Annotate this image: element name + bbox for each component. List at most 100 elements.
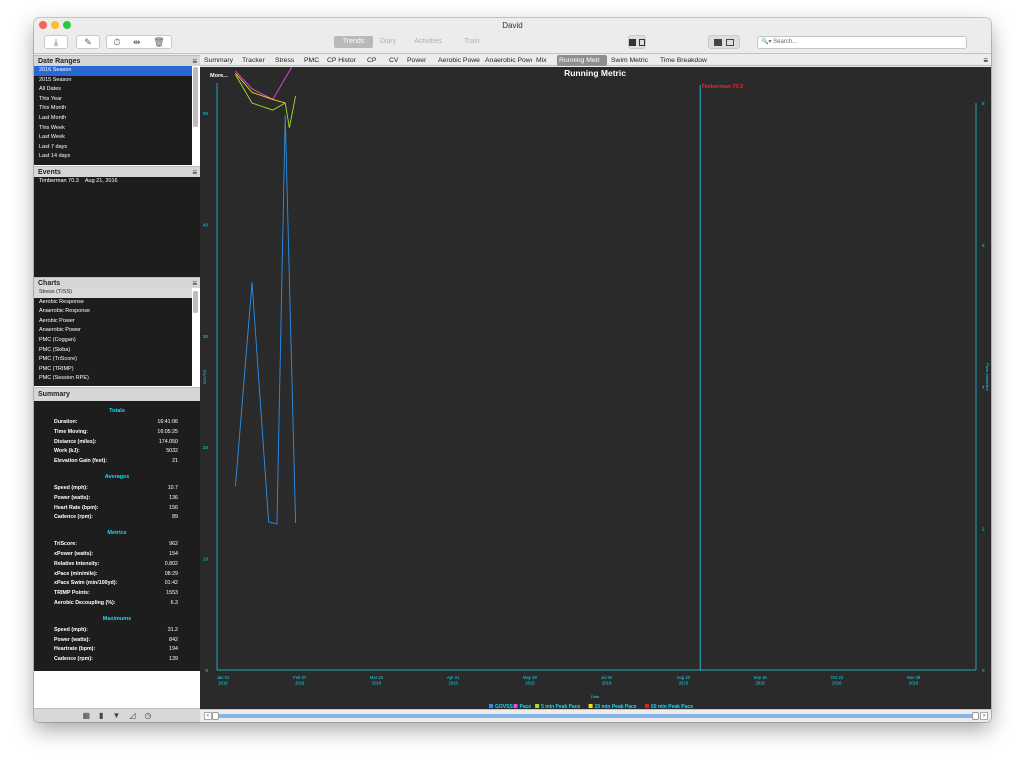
summary-value: 16:41:06 (157, 419, 178, 425)
date-range-item[interactable]: This Year (34, 95, 192, 105)
summary-row: Elevation Gain (feet): 21 (34, 457, 200, 467)
summary-row: Duration: 16:41:06 (34, 418, 200, 428)
series-line-5-min-peak-pace (235, 74, 297, 128)
date-ranges-menu-icon[interactable]: ≡ (192, 56, 197, 67)
trash-icon[interactable]: 🗑 (153, 37, 164, 48)
date-ranges-scrollbar[interactable] (193, 67, 198, 127)
summary-row: Speed (mph): 31.2 (34, 626, 200, 636)
scroll-right-button[interactable]: › (980, 712, 988, 720)
more-link[interactable]: More... (210, 73, 228, 79)
date-range-item[interactable]: Last Month (34, 114, 192, 124)
charts-menu-icon[interactable]: ≡ (192, 278, 197, 289)
summary-label: Cadence (rpm): (54, 514, 93, 521)
chart-list-item[interactable]: PMC (Coggan) (34, 336, 192, 346)
scroll-track[interactable] (214, 714, 976, 718)
scroll-end-handle[interactable] (972, 712, 979, 720)
bottom-bar-icon[interactable] (638, 38, 645, 46)
tab-anaerobic-powe[interactable]: Anaerobic Powe (483, 55, 532, 66)
tab-time-breakdow[interactable]: Time Breakdow (658, 55, 708, 66)
summary-row: Work (kJ): 5032 (34, 447, 200, 457)
charts-scrollbar[interactable] (193, 291, 198, 313)
date-range-item[interactable]: Last Week (34, 133, 192, 143)
date-range-item[interactable]: Last 7 days (34, 143, 192, 153)
tab-layout-icon[interactable] (714, 38, 722, 46)
summary-row: Cadence (rpm): 139 (34, 655, 200, 665)
minimize-window-button[interactable] (51, 21, 59, 29)
filter-icon[interactable]: ▼ (112, 711, 120, 720)
view-tab-trends[interactable]: Trends (334, 36, 373, 48)
chart-icon[interactable]: ◿ (129, 711, 135, 720)
summary-value: 6.3 (170, 599, 178, 606)
tab-mix[interactable]: Mix (534, 55, 555, 66)
summary-value: 89 (172, 514, 178, 521)
tab-tracker[interactable]: Tracker (240, 55, 271, 66)
chart-list-item[interactable]: PMC (TriScore) (34, 355, 192, 365)
view-tab-train[interactable]: Train (454, 36, 490, 48)
chart-list-item[interactable]: Aerobic Power (34, 317, 192, 327)
tab-pmc[interactable]: PMC (302, 55, 323, 66)
bookmark-icon[interactable]: ▮ (99, 711, 103, 720)
chart-list-item[interactable]: Aerobic Response (34, 298, 192, 308)
layout-toggle-group (708, 35, 740, 49)
tab-cp[interactable]: CP (365, 55, 385, 66)
y-right-tick-label: 8 (982, 101, 985, 106)
series-line-govss (234, 115, 297, 525)
search-input[interactable]: 🔍▾ Search... (757, 36, 967, 49)
tab-power[interactable]: Power (405, 55, 434, 66)
summary-label: xPace Swim (min/100yd): (54, 580, 118, 587)
date-ranges-list: 2016 Season 2015 Season All Dates This Year… (34, 66, 192, 165)
tabs-menu-icon[interactable]: ≡ (983, 55, 988, 66)
split-icon[interactable]: ⇹ (133, 37, 141, 48)
event-item[interactable]: Timberman 70.3 Aug 21, 2016 (34, 177, 200, 187)
chart-tabs: Summary Tracker Stress PMC CP Histor CP CV Powe… (200, 55, 991, 66)
tab-cp-histor[interactable]: CP Histor (325, 55, 363, 66)
calendar-icon[interactable]: ▦ (82, 711, 90, 720)
date-range-item[interactable]: 2015 Season (34, 76, 192, 86)
tab-summary[interactable]: Summary (202, 55, 238, 66)
summary-label: Distance (miles): (54, 438, 97, 445)
summary-value: 136 (169, 494, 178, 501)
date-range-item[interactable]: This Month (34, 104, 192, 114)
tab-stress[interactable]: Stress (273, 55, 300, 66)
summary-label: Heart Rate (bpm): (54, 504, 99, 511)
summary-row: Heart Rate (bpm): 156 (34, 504, 200, 514)
scroll-left-button[interactable]: ‹ (204, 712, 212, 720)
tab-aerobic-powe[interactable]: Aerobic Powe (436, 55, 481, 66)
tab-swim-metric[interactable]: Swim Metric (609, 55, 656, 66)
tab-cv[interactable]: CV (387, 55, 403, 66)
summary-value: 0.802 (164, 560, 178, 567)
date-range-item[interactable]: All Dates (34, 85, 192, 95)
summary-value: 16:05:25 (157, 428, 178, 435)
charts-title: Charts (38, 280, 61, 287)
left-sidebar-icon[interactable] (629, 38, 636, 46)
clock-icon[interactable]: ◷ (145, 711, 152, 720)
chart-list-item[interactable]: PMC (TRIMP) (34, 365, 192, 375)
tab-running-metr[interactable]: Running Metr (557, 55, 607, 66)
y-right-axis-label: Pace (min/mile) (985, 363, 990, 391)
summary-value: 174.050 (158, 438, 178, 445)
y-left-tick-label: 20 (203, 445, 209, 450)
scroll-start-handle[interactable] (212, 712, 219, 720)
chart-list-item[interactable]: PMC (Session RPE) (34, 374, 192, 384)
search-icon: 🔍▾ (761, 39, 772, 45)
close-window-button[interactable] (39, 21, 47, 29)
x-tick-label: Jul 04 2016 (601, 675, 613, 686)
manual-entry-button[interactable]: ✎ (76, 35, 100, 49)
date-range-item[interactable]: Last 14 days (34, 152, 192, 162)
y-right-tick-label: 6 (982, 243, 985, 248)
y-left-tick-label: 30 (203, 334, 209, 339)
chart-list-item[interactable]: Stress (TISS) (34, 288, 192, 298)
summary-label: Speed (mph): (54, 626, 88, 633)
chart-list-item[interactable]: PMC (Skiba) (34, 346, 192, 356)
date-range-item[interactable]: 2016 Season (34, 66, 192, 76)
chart-list-item[interactable]: Anaerobic Power (34, 326, 192, 336)
date-range-item[interactable]: This Week (34, 124, 192, 134)
stopwatch-icon[interactable]: ⏱ (113, 37, 120, 48)
tile-layout-icon[interactable] (726, 38, 734, 46)
view-tab-diary[interactable]: Diary (374, 36, 402, 48)
y-right-tick-label: 0 (982, 668, 985, 673)
zoom-window-button[interactable] (63, 21, 71, 29)
view-tab-activities[interactable]: Activities (406, 36, 450, 48)
import-button[interactable]: ⤓ (44, 35, 68, 49)
chart-list-item[interactable]: Anaerobic Response (34, 307, 192, 317)
